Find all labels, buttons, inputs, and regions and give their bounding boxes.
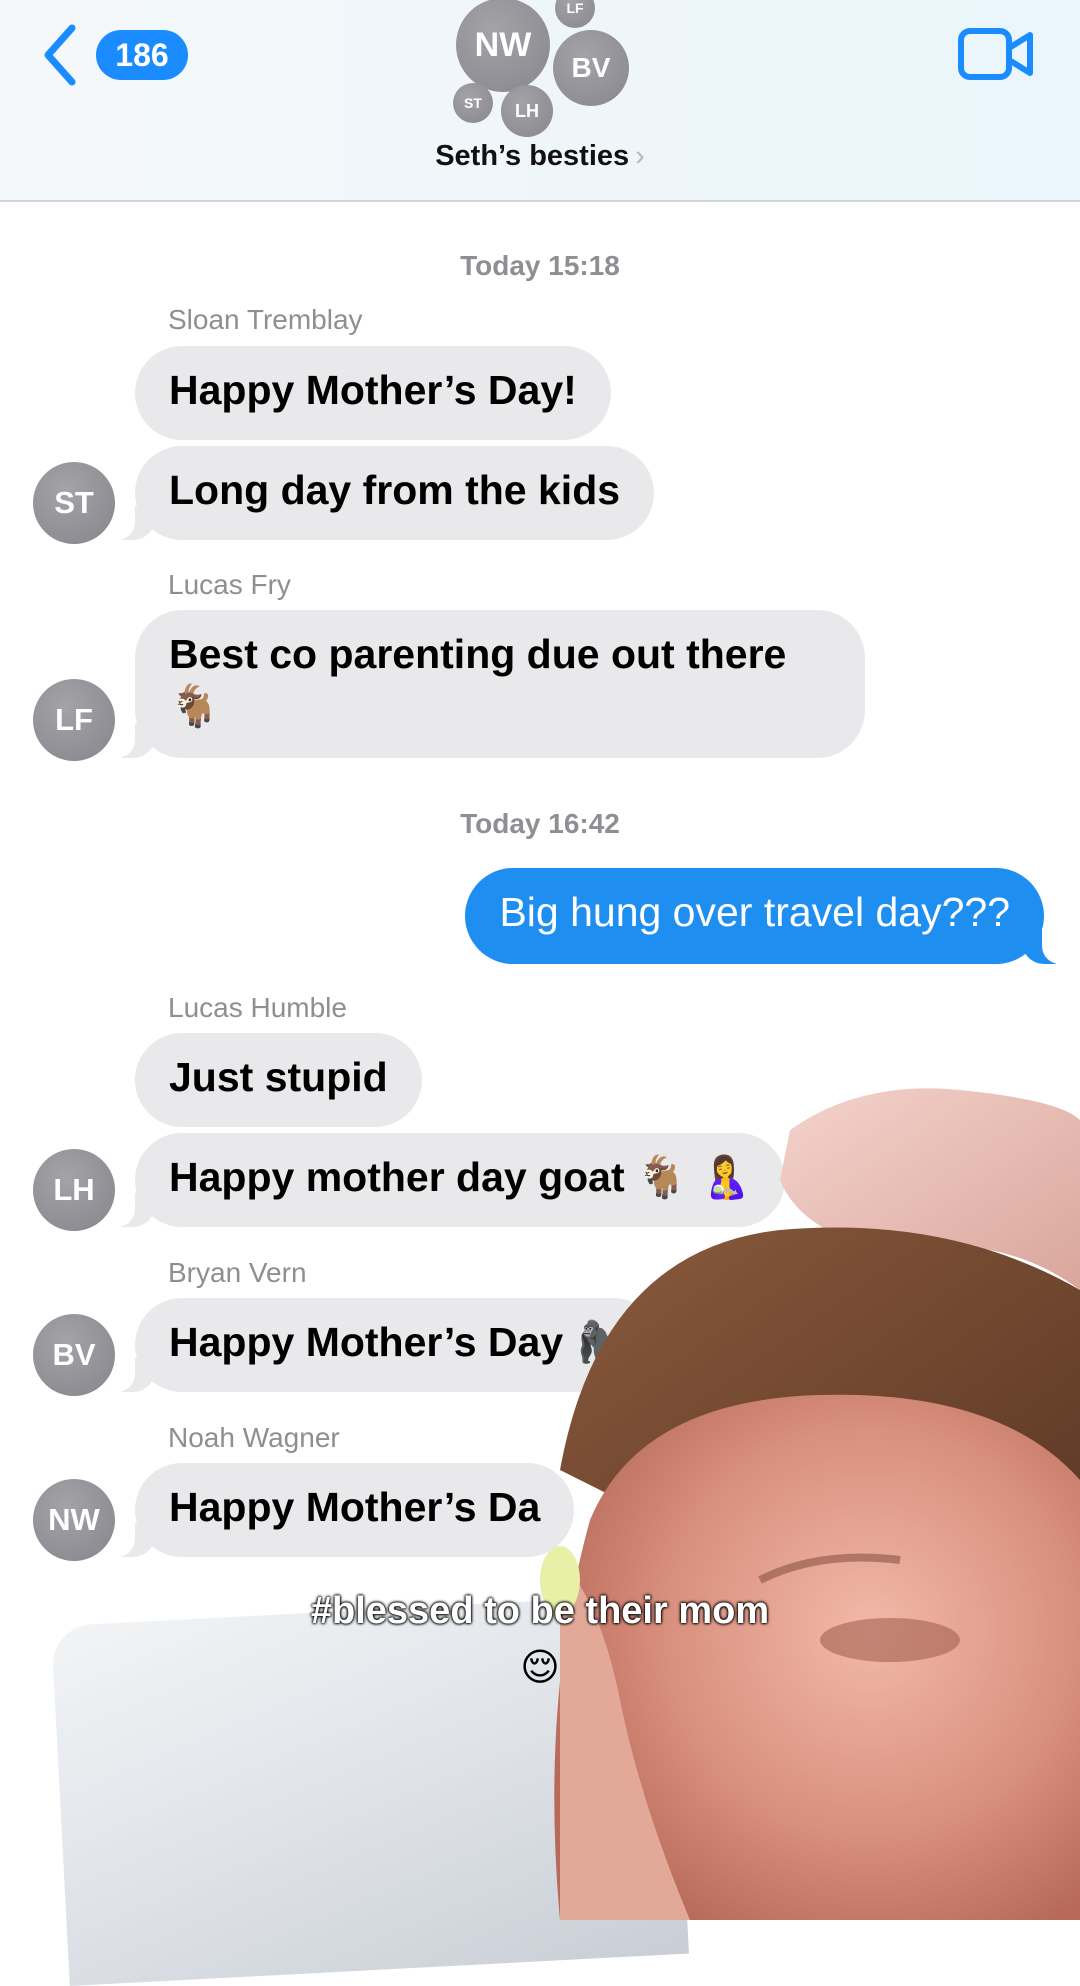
avatar[interactable]: LH: [33, 1149, 115, 1231]
group-avatar-cluster[interactable]: NW BV LF ST LH: [440, 0, 660, 140]
timestamp: Today 16:42: [460, 808, 620, 839]
gorilla-emoji: 🦍: [574, 1318, 626, 1366]
goat-emoji: 🐐: [169, 682, 221, 730]
avatar[interactable]: ST: [33, 462, 115, 544]
sender-name: Lucas Fry: [168, 569, 291, 600]
chevron-right-icon: ›: [635, 140, 645, 172]
conversation-header: 186 NW BV LF ST LH Seth’s besties ›: [0, 0, 1080, 202]
chevron-left-icon: [44, 24, 76, 86]
message-bubble[interactable]: Best co parenting due out there 🐐: [107, 610, 865, 758]
message-bubble[interactable]: Long day from the kids: [106, 446, 655, 540]
group-name[interactable]: Seth’s besties ›: [0, 140, 1080, 173]
outgoing-message-bubble[interactable]: Big hung over travel day???: [465, 868, 1070, 964]
avatar[interactable]: BV: [33, 1314, 115, 1396]
sender-name: Noah Wagner: [168, 1422, 340, 1453]
message-bubble[interactable]: Just stupid: [135, 1033, 422, 1127]
back-button[interactable]: 186: [40, 20, 188, 90]
video-caption: #blessed to be their mom: [310, 1590, 770, 1632]
avatar[interactable]: NW: [33, 1479, 115, 1561]
group-avatar-lh: LH: [501, 85, 553, 137]
unread-count-badge: 186: [96, 30, 188, 80]
video-camera-icon: [958, 28, 1033, 80]
group-avatar-nw: NW: [456, 0, 550, 92]
group-avatar-st: ST: [453, 83, 493, 123]
sender-name: Sloan Tremblay: [168, 304, 363, 335]
message-bubble[interactable]: Happy Mother’s Day!: [135, 346, 611, 440]
sender-name: Bryan Vern: [168, 1257, 307, 1288]
group-avatar-lf: LF: [555, 0, 595, 28]
group-avatar-bv: BV: [553, 30, 629, 106]
message-bubble[interactable]: Happy Mother’s Day 🦍: [107, 1298, 660, 1392]
sender-name: Lucas Humble: [168, 992, 347, 1023]
video-call-button[interactable]: [958, 28, 1034, 85]
avatar[interactable]: LF: [33, 679, 115, 761]
timestamp: Today 15:18: [460, 250, 620, 281]
group-name-label: Seth’s besties: [435, 140, 630, 172]
goat-emoji: 🐐 🤱: [636, 1153, 752, 1201]
relieved-face-emoji: 😌: [520, 1645, 560, 1689]
message-bubble[interactable]: Happy Mother’s Da: [106, 1463, 575, 1557]
message-bubble[interactable]: Happy mother day goat 🐐 🤱: [106, 1133, 786, 1227]
